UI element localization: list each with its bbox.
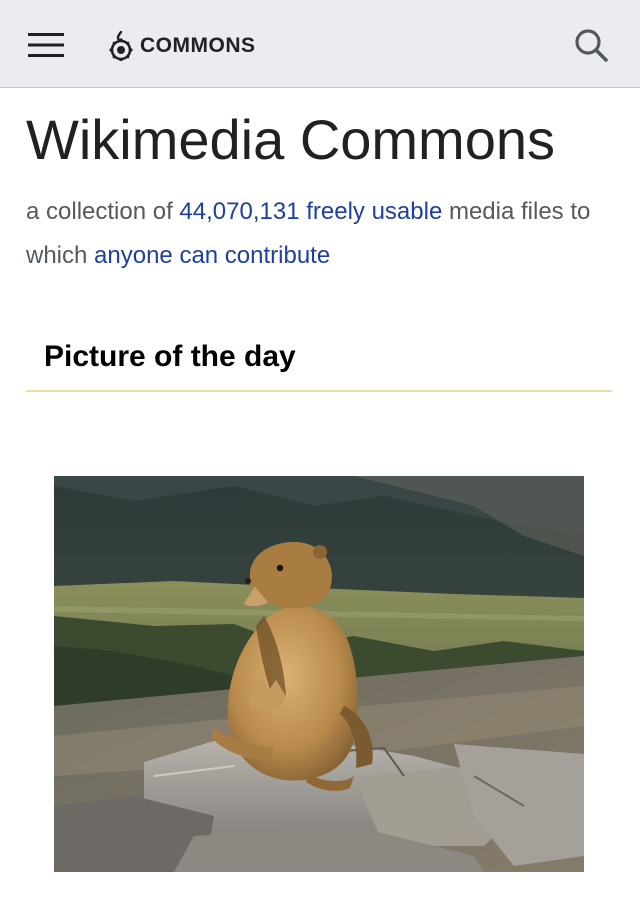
marmot-photo	[54, 476, 584, 872]
tagline-prefix: a collection of	[26, 198, 180, 225]
picture-of-the-day-image[interactable]	[54, 476, 584, 872]
commons-logo-icon	[109, 31, 133, 61]
page-title: Wikimedia Commons	[26, 108, 555, 171]
main-menu-button[interactable]	[24, 26, 68, 64]
commons-logo[interactable]: COMMONS	[108, 28, 256, 64]
file-count-link[interactable]: 44,070,131	[179, 198, 299, 225]
freely-usable-link[interactable]: freely usable	[306, 198, 442, 225]
section-divider	[26, 390, 612, 392]
search-button[interactable]	[568, 24, 614, 66]
hamburger-menu-icon	[28, 33, 64, 57]
potd-heading: Picture of the day	[44, 340, 296, 373]
logo-text: COMMONS	[140, 34, 256, 57]
site-tagline: a collection of 44,070,131 freely usable…	[26, 190, 616, 278]
app-header: COMMONS	[0, 0, 640, 88]
contribute-link[interactable]: anyone can contribute	[94, 242, 330, 269]
search-icon	[575, 29, 608, 62]
